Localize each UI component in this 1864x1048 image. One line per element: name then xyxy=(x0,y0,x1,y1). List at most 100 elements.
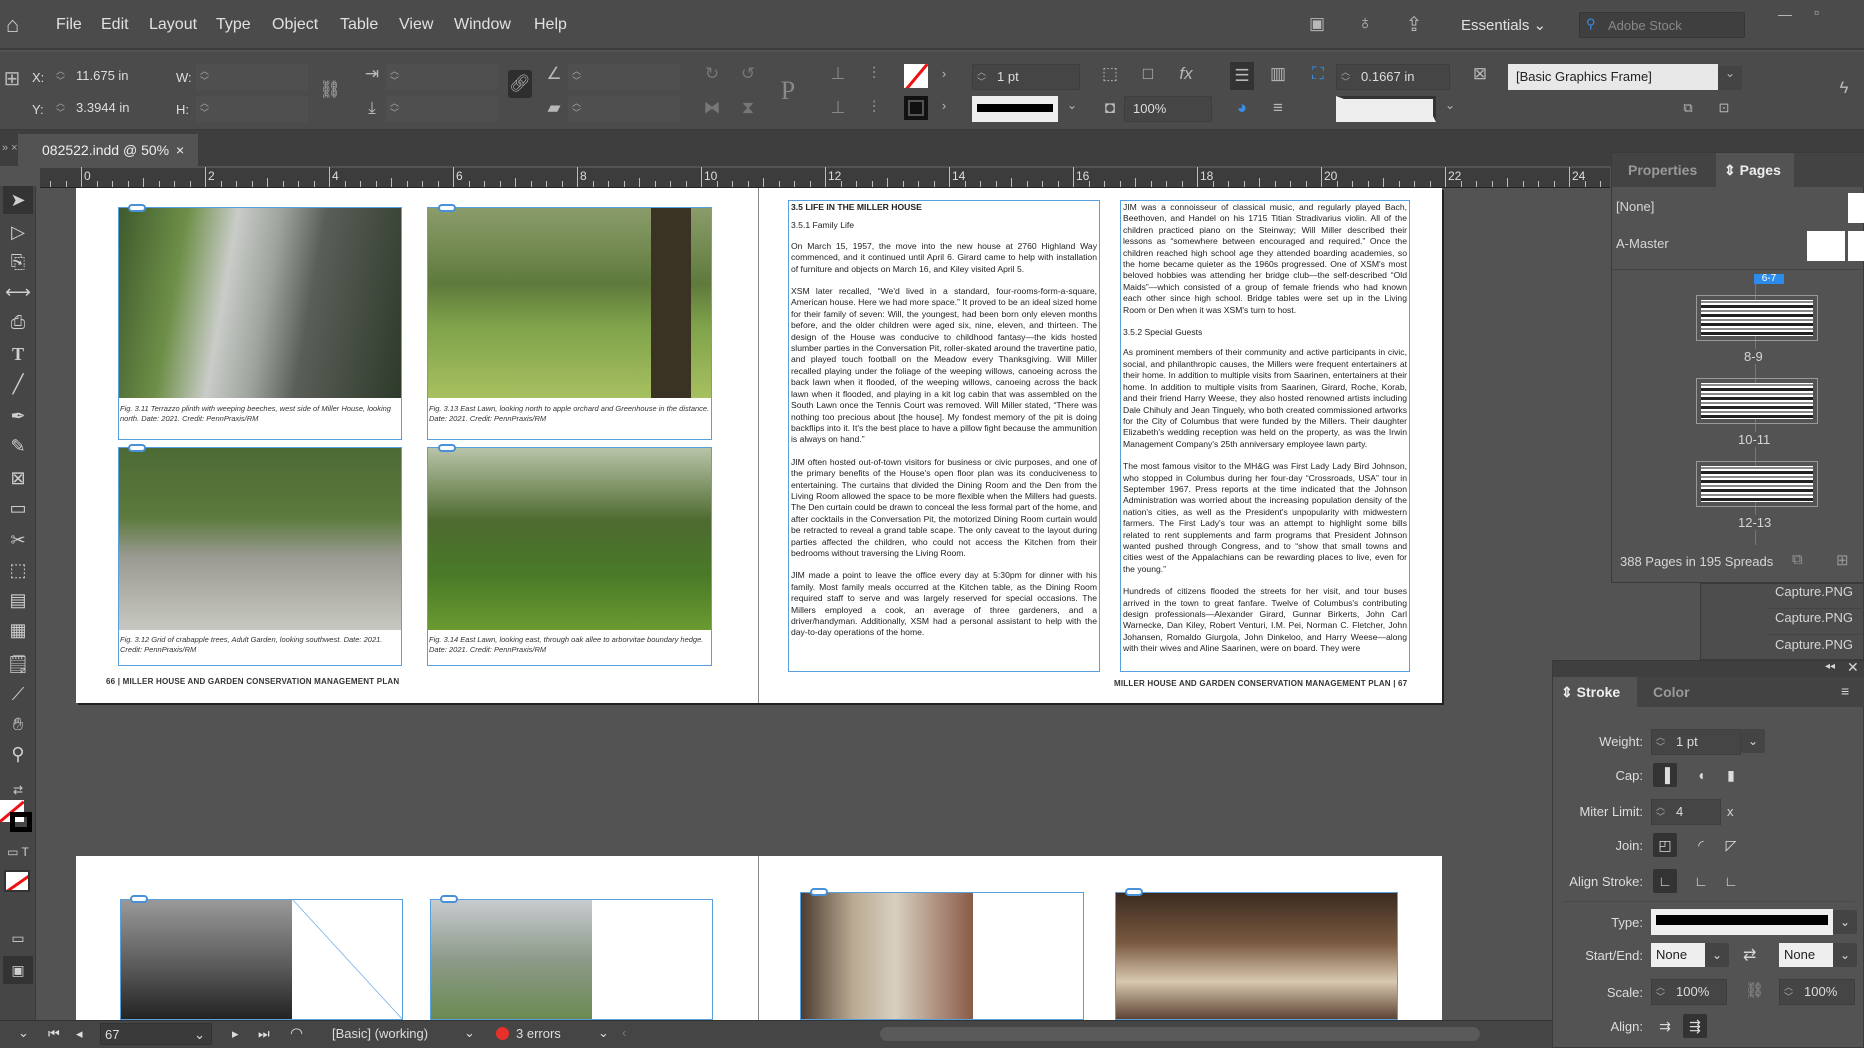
panel-menu-icon[interactable]: ≡ xyxy=(1841,683,1849,699)
align-center-icon[interactable]: ⊥ xyxy=(826,98,850,118)
swap-arrows-icon[interactable]: ⇄ xyxy=(1743,945,1756,965)
stepper-icon[interactable]: ︿ ﹀ xyxy=(1784,982,1793,1002)
spread-label[interactable]: 10-11 xyxy=(1738,432,1771,447)
projecting-cap-icon[interactable]: ▮ xyxy=(1719,763,1743,787)
tab-pages[interactable]: ⇕ Pages xyxy=(1716,153,1794,187)
line-tool-icon[interactable]: ╱ xyxy=(3,370,33,398)
text-frame-column-1[interactable]: 3.5 LIFE IN THE MILLER HOUSE 3.5.1 Famil… xyxy=(788,200,1100,672)
screen-mode-icon[interactable]: ▭ xyxy=(3,924,33,952)
share-icon[interactable]: ⇪ xyxy=(1402,12,1426,37)
tab-stroke[interactable]: ⇕ Stroke xyxy=(1553,677,1637,707)
fill-swatch-black[interactable] xyxy=(904,96,928,120)
adobe-stock-search[interactable]: ⚲ Adobe Stock xyxy=(1579,12,1745,38)
adobe-indesign-mode-icon[interactable]: ▣ xyxy=(3,956,33,984)
content-grabber-icon[interactable] xyxy=(438,204,456,212)
align-frame-icon[interactable]: ≡ xyxy=(1266,98,1290,118)
first-page-button[interactable]: ⏮ xyxy=(48,1026,60,1042)
document-tab[interactable]: 082522.indd @ 50% × xyxy=(18,134,198,166)
image-frame[interactable] xyxy=(430,899,713,1020)
menu-object[interactable]: Object xyxy=(272,16,318,34)
scissors-tool-icon[interactable]: ✂ xyxy=(3,526,33,554)
corner-options-icon[interactable]: ⬚ xyxy=(1098,64,1122,84)
content-grabber-icon[interactable] xyxy=(130,895,148,903)
menu-type[interactable]: Type xyxy=(216,16,251,34)
menu-view[interactable]: View xyxy=(399,16,433,34)
start-scale-field[interactable]: ︿ ﹀ 100% xyxy=(1651,979,1727,1005)
chevron-down-icon[interactable]: ⌄ xyxy=(1718,66,1742,90)
figure-caption[interactable]: Fig. 3.13 East Lawn, looking north to ap… xyxy=(427,402,712,426)
weight-field[interactable]: ︿ ﹀ 1 pt xyxy=(1651,729,1741,755)
clear-overrides-icon[interactable]: ⧉ xyxy=(1676,100,1700,116)
constrain-proportions-icon[interactable]: ⛓ xyxy=(318,80,342,100)
start-arrow-dropdown[interactable]: None xyxy=(1651,943,1705,967)
stepper-icon[interactable]: ︿ ﹀ xyxy=(1656,802,1665,822)
end-arrow-dropdown[interactable]: None xyxy=(1779,943,1833,967)
image-frame[interactable] xyxy=(120,899,403,1020)
extend-arrow-tip-icon[interactable]: ⇉ xyxy=(1653,1014,1677,1038)
eyedropper-tool-icon[interactable]: ⟋ xyxy=(3,680,33,708)
butt-cap-icon[interactable]: ▐ xyxy=(1653,763,1677,787)
workspace-switcher[interactable]: Essentials ⌄ xyxy=(1461,16,1546,34)
link-item[interactable]: Capture.PNG xyxy=(1767,610,1864,635)
place-arrow-tip-icon[interactable]: ⇶ xyxy=(1683,1014,1707,1038)
chevron-down-icon[interactable]: ⌄ xyxy=(1741,729,1765,753)
minimize-button[interactable]: — xyxy=(1778,6,1792,22)
opacity-field[interactable]: 100% xyxy=(1124,96,1212,122)
master-none[interactable]: [None] xyxy=(1616,199,1654,214)
align-stroke-outside-icon[interactable]: ∟ xyxy=(1719,869,1743,893)
stepper-icon[interactable]: ︿ ﹀ xyxy=(572,98,581,118)
chevron-down-icon[interactable]: ⌄ xyxy=(1705,943,1729,967)
apply-none-icon[interactable] xyxy=(4,870,30,892)
distribute-center-icon[interactable]: ⫶ xyxy=(862,98,886,118)
stepper-icon[interactable]: ︿ ﹀ xyxy=(572,66,581,86)
miter-limit-field[interactable]: ︿ ﹀ 4 xyxy=(1651,799,1721,825)
pen-tool-icon[interactable]: ✒ xyxy=(3,402,33,430)
corner-shape-dropdown[interactable] xyxy=(1336,96,1436,122)
frame-fitting-field[interactable]: ︿ ﹀ 0.1667 in xyxy=(1336,64,1450,90)
end-scale-field[interactable]: ︿ ﹀ 100% xyxy=(1779,979,1855,1005)
menu-table[interactable]: Table xyxy=(340,16,378,34)
chevron-down-icon[interactable]: ⌄ xyxy=(1060,98,1084,112)
chevron-right-icon[interactable]: › xyxy=(932,98,956,113)
auto-fit-icon[interactable]: ⛶ xyxy=(1306,64,1330,84)
scale-x-icon[interactable]: ⇥ xyxy=(360,64,384,84)
rotate-cw-icon[interactable]: ↻ xyxy=(700,64,724,84)
collapse-icon[interactable]: » × xyxy=(2,142,18,154)
flip-vertical-icon[interactable]: ⧗ xyxy=(736,98,760,118)
quick-apply-icon[interactable]: ϟ xyxy=(1832,78,1856,98)
maximize-button[interactable]: ▫ xyxy=(1814,4,1819,20)
scale-y-icon[interactable]: ⤓ xyxy=(360,98,384,118)
rectangle-frame-tool-icon[interactable]: ⊠ xyxy=(3,464,33,492)
align-stroke-center-icon[interactable]: ∟ xyxy=(1653,869,1677,893)
link-item[interactable]: Capture.PNG xyxy=(1767,584,1864,609)
collapse-icon[interactable]: ◂◂ xyxy=(1825,661,1835,672)
link-scale-icon[interactable]: ⛓ xyxy=(1745,981,1764,999)
spread-label[interactable]: 12-13 xyxy=(1738,515,1772,530)
content-grabber-icon[interactable] xyxy=(810,888,828,896)
rectangle-tool-icon[interactable]: ▭ xyxy=(3,494,33,522)
close-tab-button[interactable]: × xyxy=(176,142,184,158)
rotation-angle-icon[interactable]: ∠ xyxy=(542,64,566,84)
chevron-down-icon[interactable]: ⌄ xyxy=(1833,910,1857,934)
stepper-icon[interactable]: ︿ ﹀ xyxy=(1656,982,1665,1002)
tab-properties[interactable]: Properties xyxy=(1628,162,1697,178)
stroke-type-dropdown[interactable] xyxy=(1651,909,1833,935)
menu-window[interactable]: Window xyxy=(454,16,511,34)
fx-icon[interactable]: fx xyxy=(1174,64,1198,84)
preflight-profile[interactable]: [Basic] (working) xyxy=(332,1026,428,1041)
gradient-swatch-tool-icon[interactable]: ▤ xyxy=(3,586,33,614)
stepper-icon[interactable]: ︿ ﹀ xyxy=(390,66,399,86)
panel-header[interactable]: ◂◂ ✕ xyxy=(1553,659,1864,677)
distribute-icon[interactable]: ⫶ xyxy=(862,64,886,84)
bevel-join-icon[interactable]: ◸ xyxy=(1719,833,1743,857)
text-wrap-bbox-icon[interactable]: ▥ xyxy=(1266,64,1290,84)
drop-shadow-icon[interactable]: □ xyxy=(1136,64,1160,84)
chevron-down-icon[interactable]: ⌄ xyxy=(18,1025,29,1041)
spread-label[interactable]: 8-9 xyxy=(1744,349,1763,364)
chevron-down-icon[interactable]: ⌄ xyxy=(464,1025,475,1041)
selection-tool-icon[interactable]: ➤ xyxy=(3,186,33,214)
formatting-affects-container-icon[interactable]: ▭ T xyxy=(3,838,33,866)
next-page-button[interactable]: ▸ xyxy=(232,1026,239,1042)
preflight-icon[interactable]: ◠ xyxy=(290,1024,303,1042)
direct-selection-tool-icon[interactable]: ▷ xyxy=(3,218,33,246)
